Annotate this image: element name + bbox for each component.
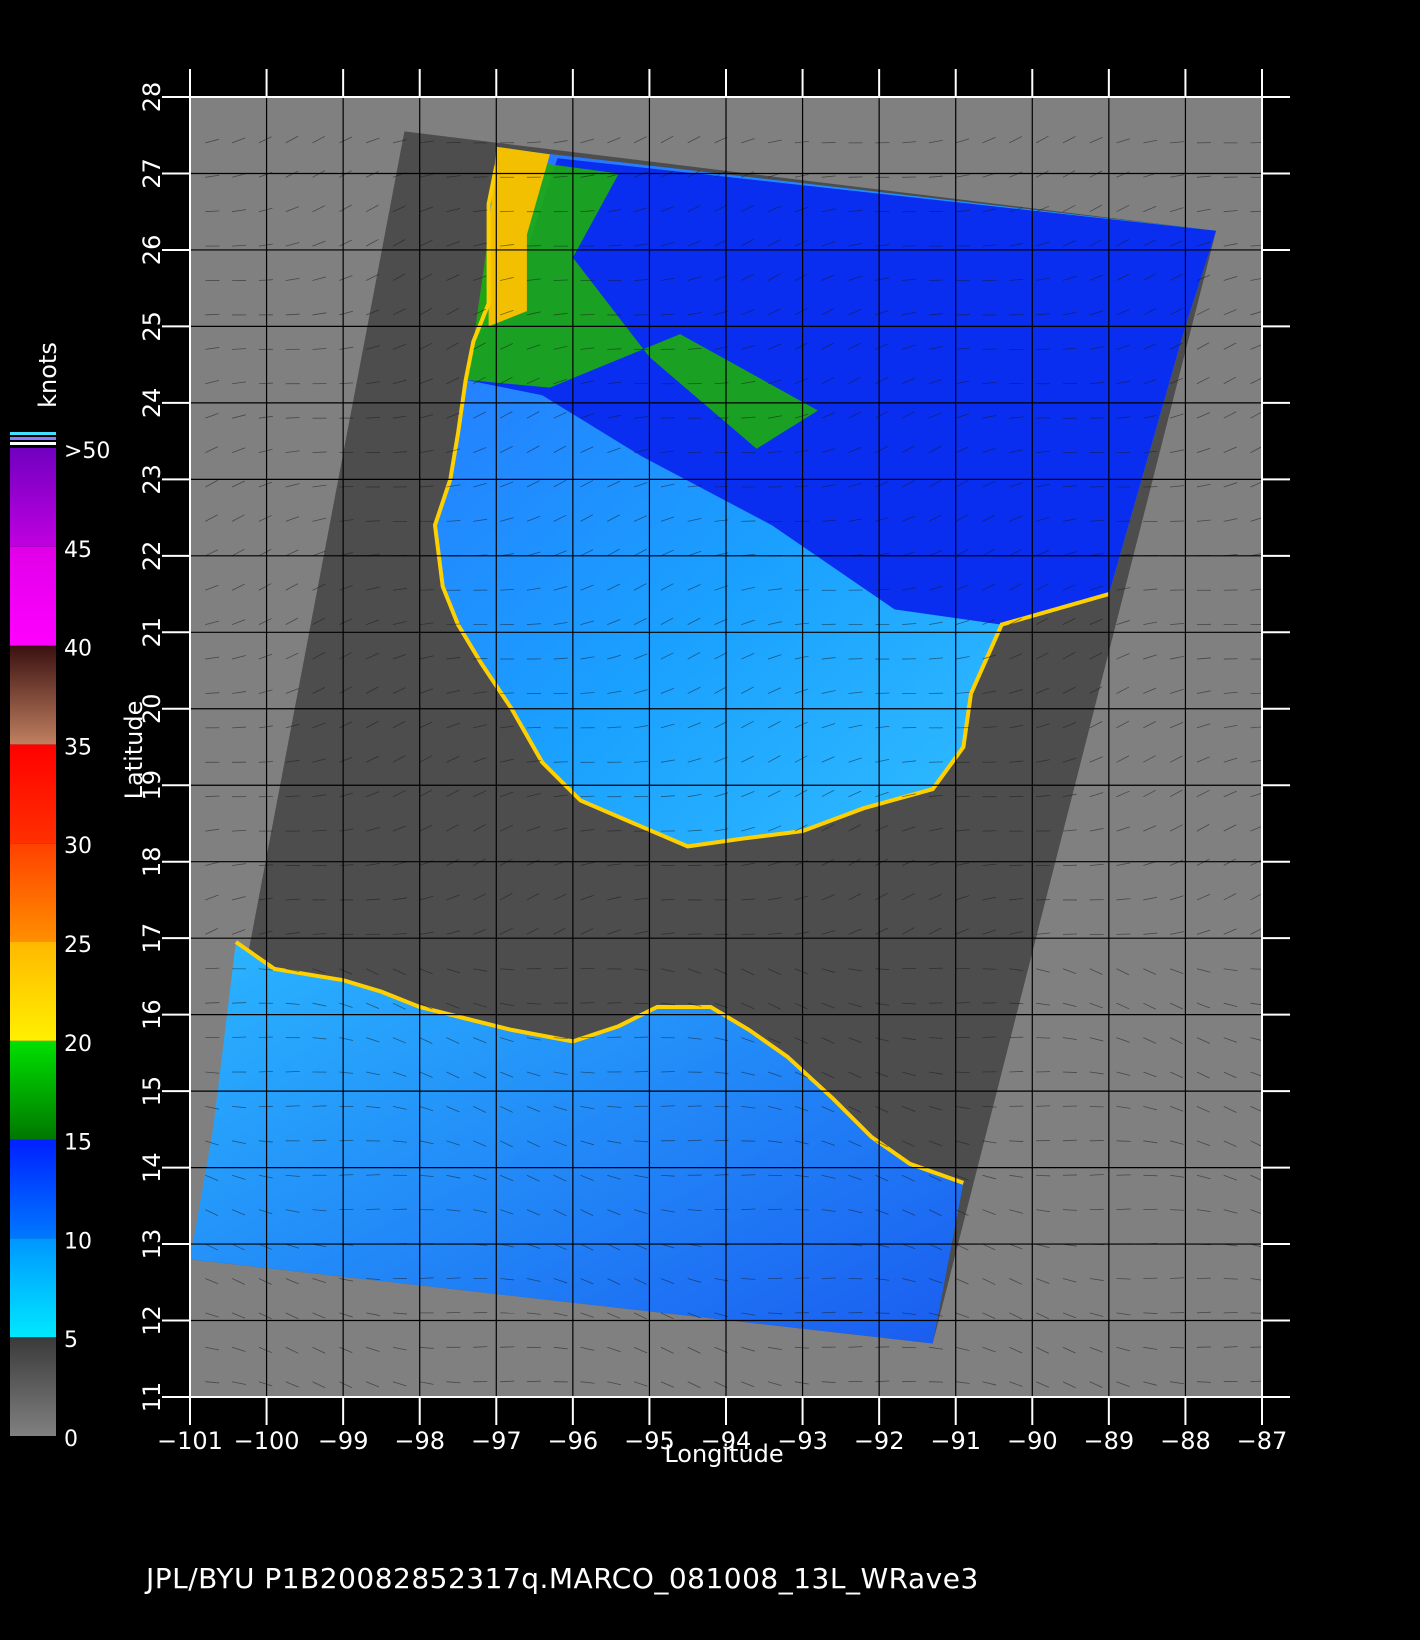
colorbar-label: 40: [64, 637, 92, 662]
wind-barb: [1036, 1037, 1051, 1039]
wind-barb: [553, 279, 568, 281]
y-tick-label: 14: [138, 1152, 166, 1183]
y-tick-label: 12: [138, 1305, 166, 1336]
colorbar-title: knots: [34, 342, 62, 408]
colorbar-label: 0: [64, 1427, 78, 1452]
wind-barb: [982, 968, 997, 970]
colorbar-segment: [10, 1040, 56, 1140]
colorbar-segment: [10, 843, 56, 942]
y-tick-label: 23: [138, 464, 166, 495]
y-tick-label: 25: [138, 311, 166, 342]
y-tick-label: 16: [138, 999, 166, 1030]
wind-barb: [526, 245, 541, 247]
colorbar-legend: 0 5 10 15 20 25 30 35 40 45 >50: [10, 432, 110, 1452]
colorbar-label: 5: [64, 1328, 78, 1353]
colorbar-segment: [10, 744, 56, 844]
wind-barb: [500, 210, 515, 213]
x-tick-label: −101: [157, 1427, 223, 1455]
x-tick-label: −97: [471, 1427, 522, 1455]
y-tick-label: 11: [138, 1382, 166, 1413]
colorbar-label: 25: [64, 933, 92, 958]
wind-barb: [687, 1105, 702, 1107]
x-tick-label: −88: [1160, 1427, 1211, 1455]
colorbar-label: 35: [64, 735, 92, 760]
colorbar-segment: [10, 1139, 56, 1239]
colorbar-segment: [10, 942, 56, 1041]
colorbar-label: 45: [64, 538, 92, 563]
wind-barb: [473, 1311, 488, 1314]
colorbar-label: 10: [64, 1229, 92, 1254]
colorbar-segment: [10, 645, 56, 745]
x-tick-label: −90: [1007, 1427, 1058, 1455]
wind-barb: [526, 1380, 541, 1383]
x-tick-label: −96: [548, 1427, 599, 1455]
wind-barb: [687, 933, 702, 935]
wind-barb: [634, 1036, 649, 1038]
y-tick-label: 13: [138, 1229, 166, 1260]
colorbar-cap: [10, 432, 56, 435]
y-tick-label: 26: [138, 235, 166, 266]
x-tick-label: −98: [394, 1427, 445, 1455]
wind-barb: [580, 967, 595, 970]
x-tick-label: −87: [1237, 1427, 1288, 1455]
wind-barb: [634, 382, 649, 385]
x-tick-label: −99: [318, 1427, 369, 1455]
x-axis-label: Longitude: [664, 1440, 783, 1468]
colorbar-label: 20: [64, 1032, 92, 1057]
wind-barb: [660, 899, 675, 901]
wind-map-figure: −101 −100 −99 −98 −97 −96 −95 −94 −93 −92 −91 −90 −8…: [10, 69, 1290, 1468]
wind-barb: [446, 1277, 461, 1279]
x-tick-label: −93: [777, 1427, 828, 1455]
wind-barb: [500, 1346, 515, 1348]
colorbar-label: >50: [64, 439, 110, 464]
x-tick-label: −91: [930, 1427, 981, 1455]
wind-barb: [660, 417, 675, 419]
wind-barb: [607, 830, 622, 832]
x-tick-label: −89: [1084, 1427, 1135, 1455]
x-tick-label: −100: [234, 1427, 300, 1455]
colorbar-segment: [10, 546, 56, 646]
y-tick-label: 22: [138, 541, 166, 572]
wind-barb: [580, 314, 595, 316]
wind-barb: [1089, 1106, 1104, 1108]
figure-caption: JPL/BYU P1B20082852317q.MARCO_081008_13L…: [146, 1562, 979, 1595]
wind-barb: [1062, 1071, 1077, 1073]
colorbar-label: 15: [64, 1131, 92, 1156]
y-tick-label: 15: [138, 1076, 166, 1107]
colorbar-segment: [10, 448, 56, 547]
wind-barb: [634, 864, 649, 866]
colorbar-cap: [10, 437, 56, 440]
colorbar-cap: [10, 442, 56, 445]
y-tick-label: 17: [138, 923, 166, 954]
colorbar-segment: [10, 1337, 56, 1436]
y-axis-label: Latitude: [120, 701, 148, 800]
y-tick-label: 27: [138, 158, 166, 189]
colorbar-segment: [10, 1238, 56, 1338]
wind-barb: [607, 1002, 622, 1004]
y-tick-label: 18: [138, 846, 166, 877]
wind-barb: [1009, 1002, 1024, 1005]
colorbar-label: 30: [64, 834, 92, 859]
y-tick-label: 24: [138, 388, 166, 419]
y-tick-label: 28: [138, 82, 166, 113]
wind-barb: [580, 795, 595, 798]
wind-barb: [660, 1071, 675, 1073]
map-plot-area: [190, 97, 1262, 1397]
wind-barb: [473, 176, 488, 178]
y-tick-label: 21: [138, 617, 166, 648]
x-tick-label: −92: [854, 1427, 905, 1455]
wind-barb: [607, 348, 622, 350]
